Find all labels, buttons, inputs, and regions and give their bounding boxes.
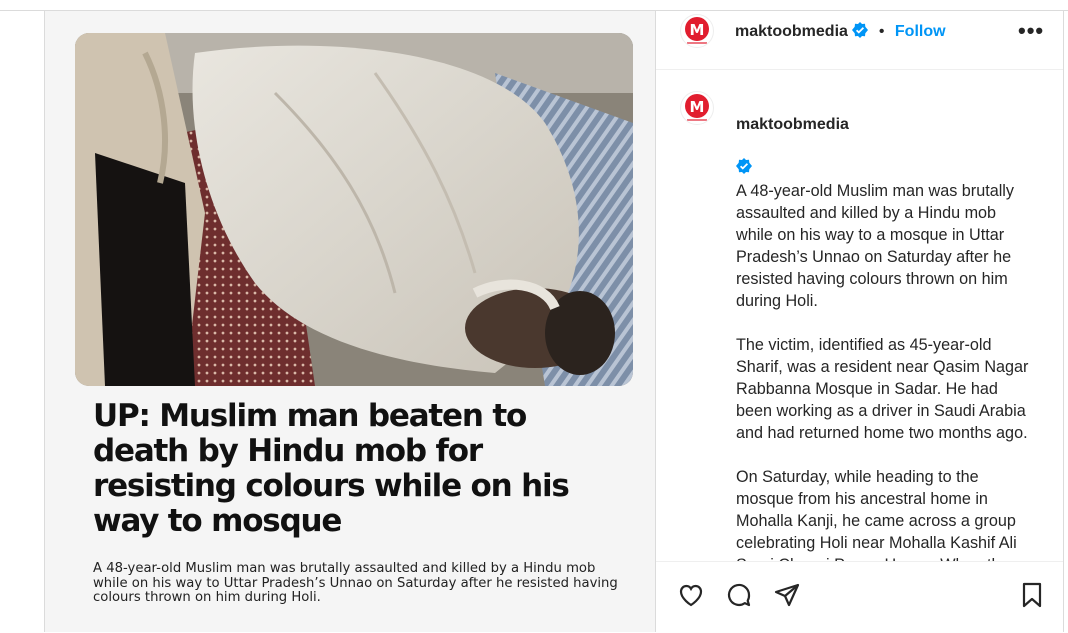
post-headline: UP: Muslim man beaten to death by Hindu … [93,398,570,539]
bookmark-icon[interactable] [1019,581,1045,614]
caption-verified-icon [736,136,752,180]
share-icon[interactable] [773,581,801,614]
caption-username[interactable]: maktoobmedia [736,116,849,133]
comment-icon[interactable] [725,581,753,614]
caption-paragraph-3: On Saturday, while heading to the mosque… [736,468,1017,561]
avatar-letter: M [690,21,705,39]
heart-icon[interactable] [677,581,705,614]
action-bar [656,561,1063,633]
caption-area: M maktoobmedia A 48-year-old Muslim man … [656,70,1063,561]
more-options-icon[interactable]: ••• [1018,20,1044,42]
verified-badge-icon [852,22,869,45]
separator-dot: • [878,23,885,40]
post-media[interactable]: UP: Muslim man beaten to death by Hindu … [45,11,655,632]
header-line: maktoobmedia • Follow [735,21,946,45]
username-link[interactable]: maktoobmedia [735,23,848,40]
post-photo [75,33,633,386]
post-sidepanel: M maktoobmedia • Follow ••• M maktoobmed… [655,11,1064,632]
follow-button[interactable]: Follow [895,23,946,40]
post-header: M maktoobmedia • Follow ••• [656,11,1063,70]
post-summary: A 48-year-old Muslim man was brutally as… [93,561,618,605]
caption-avatar-letter: M [690,98,705,116]
avatar[interactable]: M [680,14,714,48]
caption-text: maktoobmedia A 48-year-old Muslim man wa… [736,91,1036,561]
caption-lead: A 48-year-old Muslim man was brutally as… [736,182,1014,310]
caption-paragraph-2: The victim, identified as 45-year-old Sh… [736,336,1029,442]
caption-avatar[interactable]: M [680,91,714,125]
